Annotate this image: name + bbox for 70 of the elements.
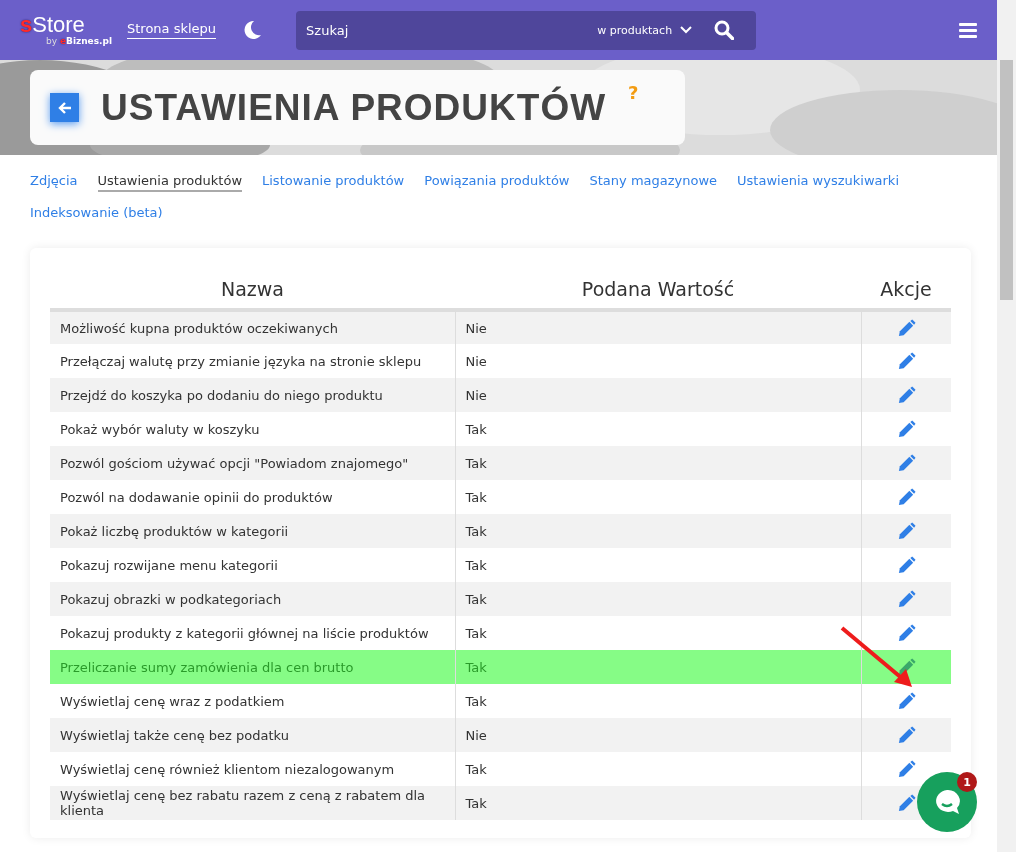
setting-value: Tak [465, 455, 487, 471]
setting-value: Nie [465, 320, 487, 336]
tab[interactable]: Zdjęcia [30, 173, 78, 192]
edit-icon[interactable] [896, 793, 916, 813]
setting-value: Tak [465, 761, 487, 777]
setting-value: Tak [465, 523, 487, 539]
search-field[interactable]: Szukaj [296, 10, 598, 50]
tab[interactable]: Ustawienia wyszukiwarki [737, 173, 899, 192]
setting-value: Tak [465, 693, 487, 709]
setting-value: Tak [465, 659, 487, 675]
setting-name: Pokazuj rozwijane menu kategorii [60, 557, 278, 573]
edit-icon[interactable] [896, 521, 916, 541]
edit-icon[interactable] [896, 623, 916, 643]
column-header: Akcje [880, 278, 932, 300]
column-header: Nazwa [221, 278, 284, 300]
setting-value: Nie [465, 727, 487, 743]
help-link[interactable]: ? [628, 82, 639, 103]
setting-value: Tak [465, 489, 487, 505]
edit-icon[interactable] [896, 385, 916, 405]
setting-name: Przeliczanie sumy zamówienia dla cen brutto [60, 659, 354, 675]
column-header: Podana Wartość [581, 278, 735, 300]
setting-name: Pokazuj produkty z kategorii głównej na liście produktów [60, 625, 429, 641]
setting-name: Możliwość kupna produktów oczekiwanych [60, 320, 338, 336]
setting-name: Wyświetlaj także cenę bez podatku [60, 727, 289, 743]
edit-icon[interactable] [896, 725, 916, 745]
setting-name: Przejdź do koszyka po dodaniu do niego produktu [60, 387, 383, 403]
setting-value: Nie [465, 353, 487, 369]
logo[interactable]: sStore [20, 14, 110, 36]
edit-icon[interactable] [896, 759, 916, 779]
moon-icon[interactable] [242, 20, 263, 40]
setting-value: Tak [465, 591, 487, 607]
search-scope-dropdown[interactable]: w produktach [597, 10, 705, 50]
page-title: USTAWIENIA PRODUKTÓW [101, 86, 607, 129]
edit-icon[interactable] [896, 419, 916, 439]
setting-value: Tak [465, 625, 487, 641]
back-button[interactable] [50, 93, 79, 122]
setting-name: Pokaż wybór waluty w koszyku [60, 421, 260, 437]
edit-icon[interactable] [896, 318, 916, 338]
setting-value: Tak [465, 795, 487, 811]
tab[interactable]: Indeksowanie (beta) [30, 205, 163, 224]
setting-name: Wyświetlaj cenę wraz z podatkiem [60, 693, 285, 709]
edit-icon[interactable] [896, 691, 916, 711]
setting-name: Pokaż liczbę produktów w kategorii [60, 523, 289, 539]
setting-value: Nie [465, 387, 487, 403]
shop-link[interactable]: Strona sklepu [127, 21, 217, 39]
search-icon [714, 20, 735, 40]
setting-value: Tak [465, 557, 487, 573]
setting-name: Pozwól na dodawanie opinii do produktów [60, 489, 333, 505]
tab[interactable]: Listowanie produktów [262, 173, 405, 192]
notification-badge: 1 [957, 772, 977, 792]
edit-icon[interactable] [896, 555, 916, 575]
tab[interactable]: Ustawienia produktów [97, 173, 242, 192]
menu-icon[interactable] [959, 22, 977, 38]
arrow-left-icon [56, 99, 73, 116]
setting-name: Wyświetlaj cenę również klientom niezalogowanym [60, 761, 395, 777]
setting-value: Tak [465, 421, 487, 437]
setting-name: Wyświetlaj cenę bez rabatu razem z ceną z rabatem dla klienta [60, 788, 426, 818]
tab[interactable]: Stany magazynowe [589, 173, 718, 192]
setting-name: Pokazuj obrazki w podkategoriach [60, 591, 282, 607]
tab[interactable]: Powiązania produktów [424, 173, 570, 192]
chevron-down-icon [680, 26, 693, 34]
setting-name: Pozwól gościom używać opcji "Powiadom znajomego" [60, 455, 409, 471]
scrollbar[interactable] [997, 0, 1016, 852]
setting-name: Przełączaj walutę przy zmianie języka na stronie sklepu [60, 353, 422, 369]
search-button[interactable] [704, 10, 757, 50]
edit-icon[interactable] [896, 589, 916, 609]
edit-icon[interactable] [896, 487, 916, 507]
edit-icon[interactable] [896, 453, 916, 473]
logo-byline: by eBiznes.pl [46, 36, 110, 46]
edit-icon[interactable] [896, 351, 916, 371]
